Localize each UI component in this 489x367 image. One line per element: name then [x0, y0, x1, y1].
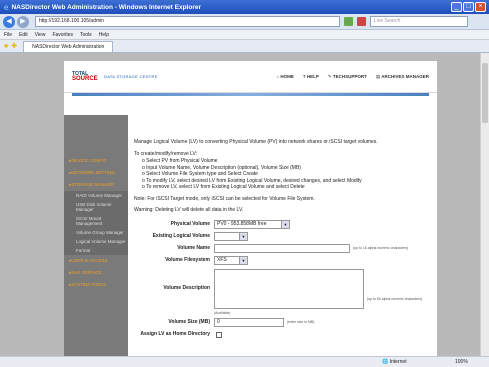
techsupport-link[interactable]: ✎ TECHSUPPORT [328, 74, 367, 80]
address-bar: ◀ ▶ http://192.168.100.105/admin Live Se… [0, 14, 489, 30]
physical-volume-label: Physical Volume [170, 221, 210, 228]
sidebar-sub-raid[interactable]: RAID Volume Manager [64, 191, 128, 200]
row-filesystem: Volume Filesystem XFS ▼ [134, 255, 434, 267]
physical-volume-select[interactable]: PV0 - 953.858MB free ▼ [214, 220, 290, 229]
row-existing-lv: Existing Logical Volume ▼ [134, 231, 434, 243]
window-titlebar: e NASDirector Web Administration - Windo… [0, 0, 489, 14]
archives-manager-link[interactable]: ▤ ARCHIVES MANAGER [376, 74, 429, 80]
forward-button[interactable]: ▶ [17, 15, 29, 28]
menu-edit[interactable]: Edit [19, 32, 28, 38]
volume-name-hint: (up to 16 alpha numeric characters) [353, 246, 409, 251]
steps-list: Select PV from Physical Volume Input Vol… [134, 158, 434, 191]
brand-logo: TOTAL SOURCE [72, 70, 98, 82]
volume-name-label: Volume Name [177, 245, 210, 252]
description-label: Volume Description [163, 285, 210, 292]
main-panel: Manage Logical Volume (LV) to converting… [134, 139, 434, 341]
admin-frame: TOTAL SOURCE DATA STORAGE CENTRE ⌂ HOME … [64, 61, 437, 356]
existing-lv-label: Existing Logical Volume [152, 233, 210, 240]
maximize-button[interactable]: □ [463, 2, 474, 12]
lv-form: Physical Volume PV0 - 953.858MB free ▼ E… [134, 219, 434, 341]
status-bar: 🌐 Internet 100% [0, 356, 489, 367]
assign-home-checkbox[interactable] [216, 331, 222, 338]
top-links: ⌂ HOME ? HELP ✎ TECHSUPPORT ▤ ARCHIVES M… [276, 74, 429, 80]
sidebar-item-storage-manage[interactable]: STORAGE MANAGE [64, 179, 128, 191]
window-controls: _ □ × [451, 2, 486, 12]
vertical-scrollbar[interactable] [480, 53, 489, 356]
sidebar-item-nas-service[interactable]: NAS SERVICE [64, 267, 128, 279]
sidebar-sub-logical-volume[interactable]: Logical Volume Manager [64, 237, 128, 246]
sidebar-item-user-access[interactable]: USER & ACCESS [64, 255, 128, 267]
row-physical-volume: Physical Volume PV0 - 953.858MB free ▼ [134, 219, 434, 231]
site-subtitle: DATA STORAGE CENTRE [104, 74, 158, 79]
home-link[interactable]: ⌂ HOME [276, 74, 293, 80]
volume-size-label: Volume Size (MB) [168, 319, 210, 326]
existing-lv-select[interactable]: ▼ [214, 232, 248, 241]
help-link[interactable]: ? HELP [303, 74, 319, 80]
chevron-down-icon: ▼ [239, 257, 247, 264]
volume-name-input[interactable] [214, 244, 350, 253]
menu-tools[interactable]: Tools [80, 32, 92, 38]
menu-file[interactable]: File [4, 32, 12, 38]
note-text: Note: For iSCSI Target mode, only iSCSI … [134, 195, 315, 202]
window-title: NASDirector Web Administration - Windows… [11, 3, 201, 11]
menu-view[interactable]: View [35, 32, 46, 38]
intro-text: Manage Logical Volume (LV) to converting… [134, 139, 378, 145]
stop-icon[interactable] [357, 17, 366, 26]
sidebar-item-network-setting[interactable]: NETWORK SETTING [64, 167, 128, 179]
security-zone: 🌐 Internet [382, 359, 407, 365]
content-area: DEVICE CONFIG NETWORK SETTING STORAGE MA… [64, 115, 437, 356]
assign-home-label: Assign LV as Home Directory [140, 331, 210, 338]
close-button[interactable]: × [475, 2, 486, 12]
volume-description-textarea[interactable] [214, 268, 364, 309]
sidebar-sub-format[interactable]: Format [64, 246, 128, 255]
filesystem-label: Volume Filesystem [165, 257, 210, 264]
tab-bar: ★ ✚ NASDirector Web Administration [0, 40, 489, 53]
menu-favorites[interactable]: Favorites [52, 32, 73, 38]
ie-logo-icon: e [4, 2, 9, 12]
sidebar-sub-volume-group[interactable]: Volume Group Manager [64, 228, 128, 237]
page-viewport: TOTAL SOURCE DATA STORAGE CENTRE ⌂ HOME … [0, 53, 480, 356]
chevron-down-icon: ▼ [239, 233, 247, 240]
row-volume-size: Volume Size (MB) 0 (enter size in MB) [134, 317, 434, 329]
scrollbar-thumb[interactable] [482, 63, 488, 123]
row-description: Volume Description (up to 80 alpha numer… [134, 267, 434, 311]
sidebar-sub-usb[interactable]: USB Disk Volume Manager [64, 200, 128, 214]
menu-help[interactable]: Help [99, 32, 109, 38]
back-button[interactable]: ◀ [3, 15, 15, 28]
header-divider [72, 93, 429, 96]
url-input[interactable]: http://192.168.100.105/admin [35, 16, 340, 27]
add-favorite-icon[interactable]: ✚ [11, 42, 17, 50]
sidebar: DEVICE CONFIG NETWORK SETTING STORAGE MA… [64, 115, 128, 356]
howto-title: To create/modify/remove LV: [134, 150, 198, 157]
refresh-icon[interactable] [344, 17, 353, 26]
volume-size-input[interactable]: 0 [214, 318, 284, 327]
volume-size-hint: (enter size in MB) [287, 320, 315, 325]
size-caption: (Available) [214, 311, 231, 316]
description-hint: (up to 80 alpha numeric characters) [367, 297, 423, 301]
sidebar-item-device-config[interactable]: DEVICE CONFIG [64, 155, 128, 167]
minimize-button[interactable]: _ [451, 2, 462, 12]
tab-nasdirector[interactable]: NASDirector Web Administration [23, 40, 114, 52]
filesystem-select[interactable]: XFS ▼ [214, 256, 248, 265]
search-input[interactable]: Live Search [370, 16, 468, 27]
row-volume-name: Volume Name (up to 16 alpha numeric char… [134, 243, 434, 255]
favorites-star-icon[interactable]: ★ [3, 42, 9, 50]
sidebar-item-system-tools[interactable]: SYSTEM TOOLS [64, 279, 128, 291]
chevron-down-icon: ▼ [281, 221, 289, 228]
warning-text: Warning: Deleting LV will delete all dat… [134, 207, 244, 213]
zoom-level[interactable]: 100% [455, 359, 468, 365]
step-item: To remove LV, select LV from Existing Lo… [142, 184, 434, 191]
sidebar-sub-iscsi[interactable]: iSCSI Mount Management [64, 214, 128, 228]
site-header: TOTAL SOURCE DATA STORAGE CENTRE ⌂ HOME … [64, 61, 437, 93]
row-home-directory: Assign LV as Home Directory [134, 329, 434, 341]
menu-bar: File Edit View Favorites Tools Help [0, 30, 489, 40]
